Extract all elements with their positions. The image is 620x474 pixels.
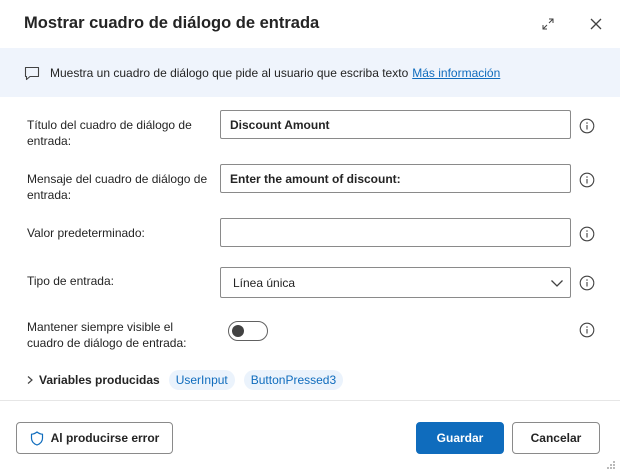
resize-grip-icon[interactable] xyxy=(606,460,616,470)
message-input[interactable]: Enter the amount of discount: xyxy=(220,164,571,193)
comment-icon xyxy=(24,66,40,80)
title-label: Título del cuadro de diálogo de entrada: xyxy=(27,118,192,148)
dialog-title: Mostrar cuadro de diálogo de entrada xyxy=(24,14,320,32)
info-icon[interactable] xyxy=(579,275,595,291)
keep-visible-toggle[interactable] xyxy=(228,321,268,341)
toggle-knob xyxy=(232,325,244,337)
save-button[interactable]: Guardar xyxy=(416,422,504,454)
banner-text: Muestra un cuadro de diálogo que pide al… xyxy=(50,66,500,80)
info-icon[interactable] xyxy=(579,226,595,242)
cancel-button[interactable]: Cancelar xyxy=(512,422,600,454)
expand-button[interactable] xyxy=(537,13,559,35)
learn-more-link[interactable]: Más información xyxy=(412,66,500,80)
keep-visible-label: Mantener siempre visible el cuadro de di… xyxy=(27,320,187,350)
message-label: Mensaje del cuadro de diálogo de entrada… xyxy=(27,172,208,202)
close-button[interactable] xyxy=(585,13,607,35)
variable-pill[interactable]: ButtonPressed3 xyxy=(243,370,344,390)
variable-pill[interactable]: UserInput xyxy=(168,370,235,390)
chevron-right-icon[interactable] xyxy=(25,375,35,385)
input-type-select[interactable]: Línea única xyxy=(220,267,571,298)
title-input[interactable]: Discount Amount xyxy=(220,110,571,139)
shield-icon xyxy=(30,430,43,446)
footer-divider xyxy=(0,400,620,401)
input-type-value: Línea única xyxy=(233,275,296,290)
on-error-label: Al producirse error xyxy=(50,431,160,445)
info-icon[interactable] xyxy=(579,172,595,188)
banner-message: Muestra un cuadro de diálogo que pide al… xyxy=(50,65,409,80)
variables-produced: Variables producidas UserInput ButtonPre… xyxy=(25,370,344,390)
on-error-button[interactable]: Al producirse error xyxy=(16,422,173,454)
default-value-label: Valor predeterminado: xyxy=(27,226,145,240)
expand-icon xyxy=(542,18,554,30)
variables-label: Variables producidas xyxy=(39,373,160,387)
input-type-label: Tipo de entrada: xyxy=(27,274,114,288)
close-icon xyxy=(590,18,602,30)
chevron-down-icon xyxy=(551,280,563,287)
info-icon[interactable] xyxy=(579,118,595,134)
default-value-input[interactable] xyxy=(220,218,571,247)
info-icon[interactable] xyxy=(579,322,595,338)
info-banner: Muestra un cuadro de diálogo que pide al… xyxy=(0,48,620,97)
